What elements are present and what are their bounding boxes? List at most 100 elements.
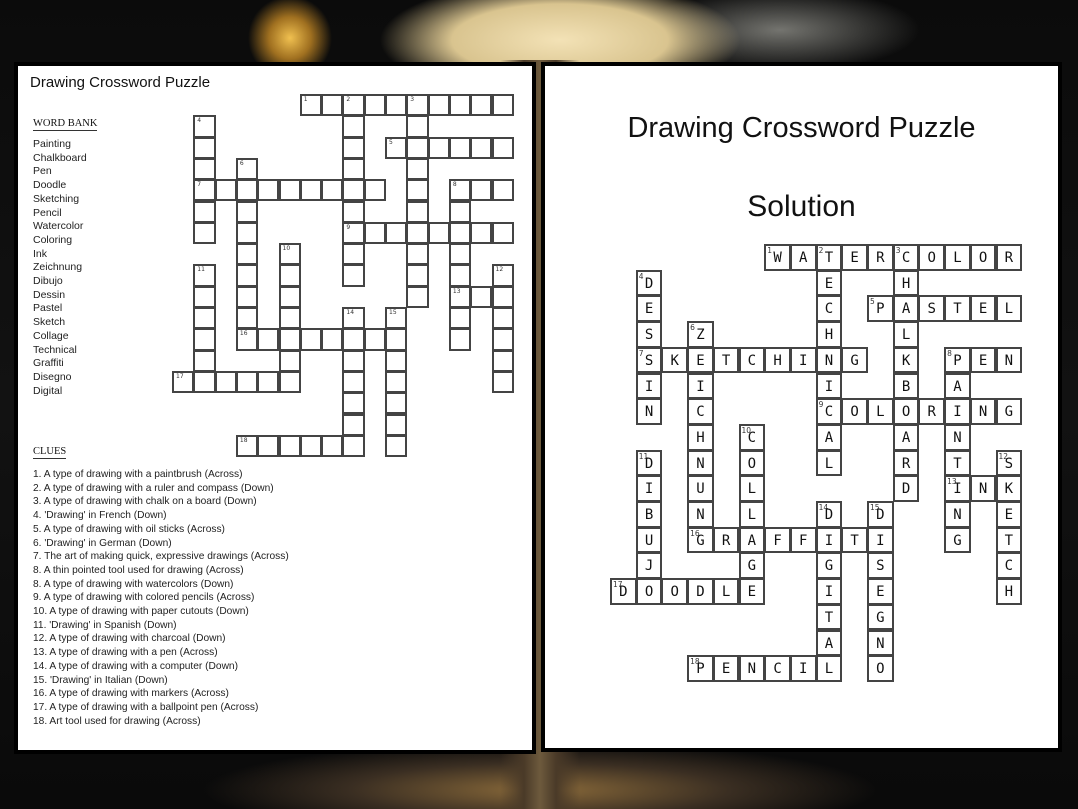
puzzle-cell[interactable] (448, 328, 472, 351)
puzzle-cell[interactable] (470, 179, 493, 202)
puzzle-cell[interactable] (321, 328, 344, 351)
puzzle-cell[interactable] (235, 221, 259, 245)
puzzle-cell[interactable]: 17 (172, 370, 195, 394)
puzzle-cell[interactable]: 16 (235, 328, 259, 351)
puzzle-cell[interactable] (342, 413, 365, 436)
puzzle-cell[interactable] (342, 328, 365, 351)
puzzle-cell[interactable] (278, 264, 301, 287)
puzzle-cell[interactable] (491, 136, 514, 159)
puzzle-cell[interactable] (470, 221, 493, 245)
puzzle-cell[interactable] (448, 94, 472, 117)
puzzle-cell[interactable] (235, 200, 259, 223)
puzzle-cell[interactable] (278, 179, 301, 202)
puzzle-cell[interactable] (491, 179, 514, 202)
puzzle-cell[interactable] (427, 136, 450, 159)
puzzle-cell[interactable] (448, 136, 472, 159)
puzzle-cell[interactable] (406, 157, 429, 181)
puzzle-cell[interactable] (278, 307, 301, 330)
puzzle-cell[interactable] (278, 285, 301, 308)
puzzle-cell[interactable] (193, 328, 216, 351)
puzzle-cell[interactable] (363, 94, 386, 117)
puzzle-cell[interactable]: 13 (448, 285, 472, 308)
puzzle-cell[interactable] (193, 307, 216, 330)
puzzle-cell[interactable] (214, 179, 237, 202)
puzzle-cell[interactable]: 9 (342, 221, 365, 245)
puzzle-cell[interactable] (491, 328, 514, 351)
puzzle-cell[interactable] (385, 221, 408, 245)
puzzle-cell[interactable] (491, 307, 514, 330)
puzzle-cell[interactable] (406, 264, 429, 287)
puzzle-cell[interactable] (257, 328, 280, 351)
puzzle-cell[interactable] (321, 434, 344, 458)
puzzle-cell[interactable]: 7 (193, 179, 216, 202)
puzzle-cell[interactable] (406, 200, 429, 223)
puzzle-cell[interactable] (342, 157, 365, 181)
puzzle-cell[interactable] (363, 328, 386, 351)
puzzle-cell[interactable] (342, 136, 365, 159)
puzzle-cell[interactable] (321, 179, 344, 202)
puzzle-cell[interactable] (235, 179, 259, 202)
puzzle-cell[interactable] (278, 434, 301, 458)
puzzle-cell[interactable]: 11 (193, 264, 216, 287)
puzzle-cell[interactable] (427, 221, 450, 245)
puzzle-cell[interactable] (299, 179, 323, 202)
puzzle-cell[interactable] (363, 179, 386, 202)
puzzle-cell[interactable]: 14 (342, 307, 365, 330)
puzzle-cell[interactable] (406, 179, 429, 202)
puzzle-cell[interactable] (385, 392, 408, 415)
puzzle-cell[interactable] (321, 94, 344, 117)
puzzle-cell[interactable]: 8 (448, 179, 472, 202)
puzzle-cell[interactable] (235, 264, 259, 287)
puzzle-cell[interactable] (385, 413, 408, 436)
puzzle-cell[interactable] (193, 221, 216, 245)
puzzle-cell[interactable]: 18 (235, 434, 259, 458)
puzzle-cell[interactable] (214, 370, 237, 394)
puzzle-cell[interactable] (385, 434, 408, 458)
puzzle-cell[interactable] (193, 285, 216, 308)
puzzle-cell[interactable]: 15 (385, 307, 408, 330)
puzzle-cell[interactable] (193, 349, 216, 372)
puzzle-cell[interactable] (278, 370, 301, 394)
puzzle-cell[interactable] (342, 392, 365, 415)
puzzle-cell[interactable] (491, 94, 514, 117)
puzzle-cell[interactable] (470, 285, 493, 308)
puzzle-cell[interactable]: 12 (491, 264, 514, 287)
puzzle-cell[interactable] (385, 328, 408, 351)
puzzle-cell[interactable] (406, 243, 429, 266)
puzzle-cell[interactable] (257, 370, 280, 394)
puzzle-cell[interactable]: 3 (406, 94, 429, 117)
puzzle-cell[interactable] (491, 285, 514, 308)
puzzle-cell[interactable] (342, 179, 365, 202)
puzzle-cell[interactable]: 5 (385, 136, 408, 159)
puzzle-cell[interactable]: 6 (235, 157, 259, 181)
puzzle-cell[interactable]: 4 (193, 115, 216, 138)
puzzle-cell[interactable] (448, 243, 472, 266)
puzzle-cell[interactable] (342, 264, 365, 287)
puzzle-cell[interactable] (448, 307, 472, 330)
puzzle-cell[interactable] (342, 243, 365, 266)
puzzle-cell[interactable] (342, 349, 365, 372)
puzzle-cell[interactable] (235, 285, 259, 308)
puzzle-cell[interactable] (406, 136, 429, 159)
puzzle-cell[interactable]: 1 (299, 94, 323, 117)
puzzle-cell[interactable] (448, 200, 472, 223)
puzzle-cell[interactable] (406, 221, 429, 245)
puzzle-cell[interactable] (491, 349, 514, 372)
puzzle-cell[interactable] (470, 136, 493, 159)
puzzle-cell[interactable] (235, 307, 259, 330)
puzzle-cell[interactable] (385, 349, 408, 372)
puzzle-cell[interactable] (406, 115, 429, 138)
puzzle-cell[interactable]: 2 (342, 94, 365, 117)
puzzle-cell[interactable] (385, 370, 408, 394)
puzzle-cell[interactable] (278, 349, 301, 372)
puzzle-cell[interactable] (448, 221, 472, 245)
puzzle-cell[interactable] (299, 328, 323, 351)
puzzle-cell[interactable] (257, 179, 280, 202)
puzzle-cell[interactable] (427, 94, 450, 117)
puzzle-cell[interactable] (342, 434, 365, 458)
puzzle-cell[interactable] (193, 157, 216, 181)
puzzle-cell[interactable] (193, 136, 216, 159)
puzzle-cell[interactable] (491, 221, 514, 245)
puzzle-cell[interactable] (470, 94, 493, 117)
puzzle-cell[interactable] (406, 285, 429, 308)
